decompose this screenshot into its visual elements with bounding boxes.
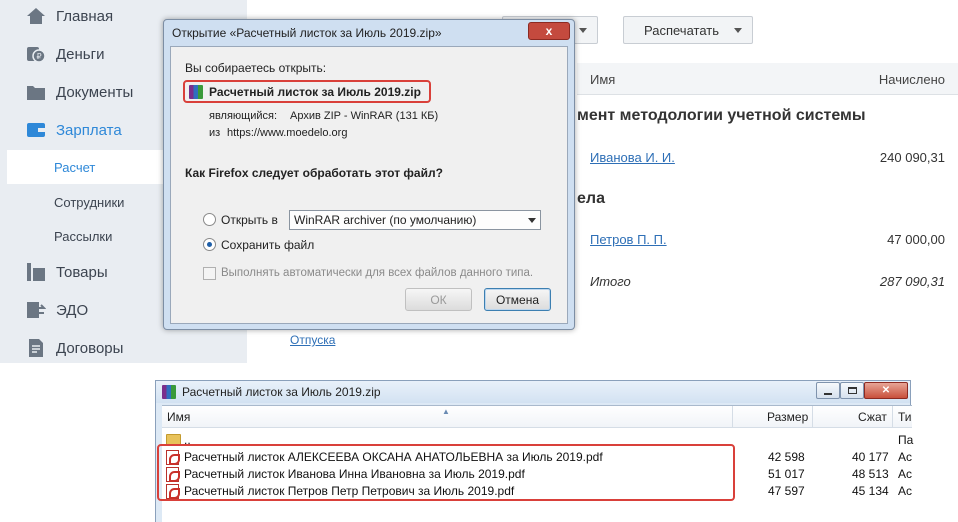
file-packed: 40 177 xyxy=(852,450,889,464)
wallet-icon xyxy=(26,120,46,140)
file-type: Ac xyxy=(898,484,913,498)
minimize-icon xyxy=(824,392,832,395)
open-with-radio[interactable] xyxy=(203,213,216,226)
sidebar-subitem-label: Сотрудники xyxy=(54,194,125,210)
employee-link[interactable]: Петров П. П. xyxy=(590,232,667,247)
file-source-label: из xyxy=(209,127,221,139)
file-size: 42 598 xyxy=(768,450,805,464)
column-name: Имя xyxy=(590,72,616,87)
winrar-title: Расчетный листок за Июль 2019.zip xyxy=(182,385,381,399)
file-type: Па xyxy=(898,433,914,447)
minimize-button[interactable] xyxy=(816,382,840,399)
column-accrued: Начислено xyxy=(878,72,945,87)
folder-icon xyxy=(26,82,46,102)
column-separator xyxy=(812,406,813,428)
maximize-button[interactable] xyxy=(840,382,864,399)
sidebar-item-label: Деньги xyxy=(56,45,105,63)
file-type: Ac xyxy=(898,450,913,464)
sidebar-subitem-label: Расчет xyxy=(54,159,96,175)
print-button[interactable]: Распечатать xyxy=(623,16,753,44)
dialog-intro: Вы собираетесь открыть: xyxy=(185,61,327,75)
sidebar-item-label: Главная xyxy=(56,7,114,25)
dialog-title: Открытие «Расчетный листок за Июль 2019.… xyxy=(172,26,442,40)
close-button[interactable]: ✕ xyxy=(864,382,908,399)
maximize-icon xyxy=(847,387,857,394)
employee-link[interactable]: Иванова И. И. xyxy=(590,150,675,165)
column-name[interactable]: Имя xyxy=(167,410,190,424)
dialog-body: Вы собираетесь открыть: Расчетный листок… xyxy=(170,46,568,324)
column-separator xyxy=(732,406,733,428)
column-separator xyxy=(892,406,893,428)
sort-arrow-icon: ▲ xyxy=(442,407,450,416)
auto-action-checkbox[interactable] xyxy=(203,267,216,280)
cancel-button-label: Отмена xyxy=(495,292,540,307)
column-size[interactable]: Размер xyxy=(767,410,808,424)
sidebar-item-label: Договоры xyxy=(56,339,124,357)
boxes-icon xyxy=(26,262,46,282)
save-file-radio[interactable] xyxy=(203,238,216,251)
column-packed[interactable]: Сжат xyxy=(858,410,887,424)
winrar-archive-icon xyxy=(189,85,203,99)
contract-icon xyxy=(26,338,46,358)
winrar-titlebar: Расчетный листок за Июль 2019.zip ✕ xyxy=(156,381,910,403)
file-type: Ac xyxy=(898,467,913,481)
winrar-app-icon xyxy=(162,385,176,399)
total-label: Итого xyxy=(590,274,631,289)
handling-question: Как Firefox следует обработать этот файл… xyxy=(185,166,443,180)
ok-button[interactable]: ОК xyxy=(405,288,472,311)
sidebar-item-contracts[interactable]: Договоры xyxy=(0,329,247,367)
table-header: Имя Начислено xyxy=(577,63,958,95)
file-size: 51 017 xyxy=(768,467,805,481)
svg-text:₽: ₽ xyxy=(37,52,42,61)
home-icon xyxy=(26,6,46,26)
close-button[interactable]: x xyxy=(528,22,570,40)
sidebar-item-label: Зарплата xyxy=(56,121,122,139)
sidebar-subitem-label: Рассылки xyxy=(54,228,113,244)
save-file-label: Сохранить файл xyxy=(221,238,315,252)
file-type-label: являющийся: xyxy=(209,110,278,122)
employee-amount: 240 090,31 xyxy=(879,150,945,165)
file-packed: 48 513 xyxy=(852,467,889,481)
files-highlight-box xyxy=(157,444,735,501)
application-select-value: WinRAR archiver (по умолчанию) xyxy=(294,213,477,227)
print-button-label: Распечатать xyxy=(644,22,720,38)
employee-amount: 47 000,00 xyxy=(887,232,945,247)
close-icon: ✕ xyxy=(881,385,891,396)
file-source-value: https://www.moedelo.org xyxy=(227,127,348,139)
department-title: мент методологии учетной системы xyxy=(577,107,866,124)
sidebar-item-label: Товары xyxy=(56,263,108,281)
application-select[interactable]: WinRAR archiver (по умолчанию) xyxy=(289,210,541,230)
firefox-open-dialog: Открытие «Расчетный листок за Июль 2019.… xyxy=(163,19,575,330)
chevron-down-icon xyxy=(579,28,587,33)
sidebar-item-label: Документы xyxy=(56,83,134,101)
chevron-down-icon xyxy=(734,28,742,33)
open-with-label: Открыть в xyxy=(221,213,278,227)
file-packed: 45 134 xyxy=(852,484,889,498)
archive-list-header: Имя ▲ Размер Сжат Ти xyxy=(162,406,912,428)
money-icon: ₽ xyxy=(26,44,46,64)
vacation-link[interactable]: Отпуска xyxy=(290,333,335,347)
exchange-icon xyxy=(26,300,46,320)
close-icon: x xyxy=(545,24,553,38)
file-type-value: Архив ZIP - WinRAR (131 КБ) xyxy=(290,110,439,122)
chevron-down-icon xyxy=(528,218,536,223)
sidebar-item-label: ЭДО xyxy=(56,301,89,319)
file-name: Расчетный листок за Июль 2019.zip xyxy=(209,85,421,99)
column-type[interactable]: Ти xyxy=(898,410,912,424)
auto-action-label: Выполнять автоматически для всех файлов … xyxy=(221,267,534,279)
department-title: ела xyxy=(577,190,605,207)
ok-button-label: ОК xyxy=(430,292,447,307)
total-amount: 287 090,31 xyxy=(879,274,945,289)
file-size: 47 597 xyxy=(768,484,805,498)
cancel-button[interactable]: Отмена xyxy=(484,288,551,311)
